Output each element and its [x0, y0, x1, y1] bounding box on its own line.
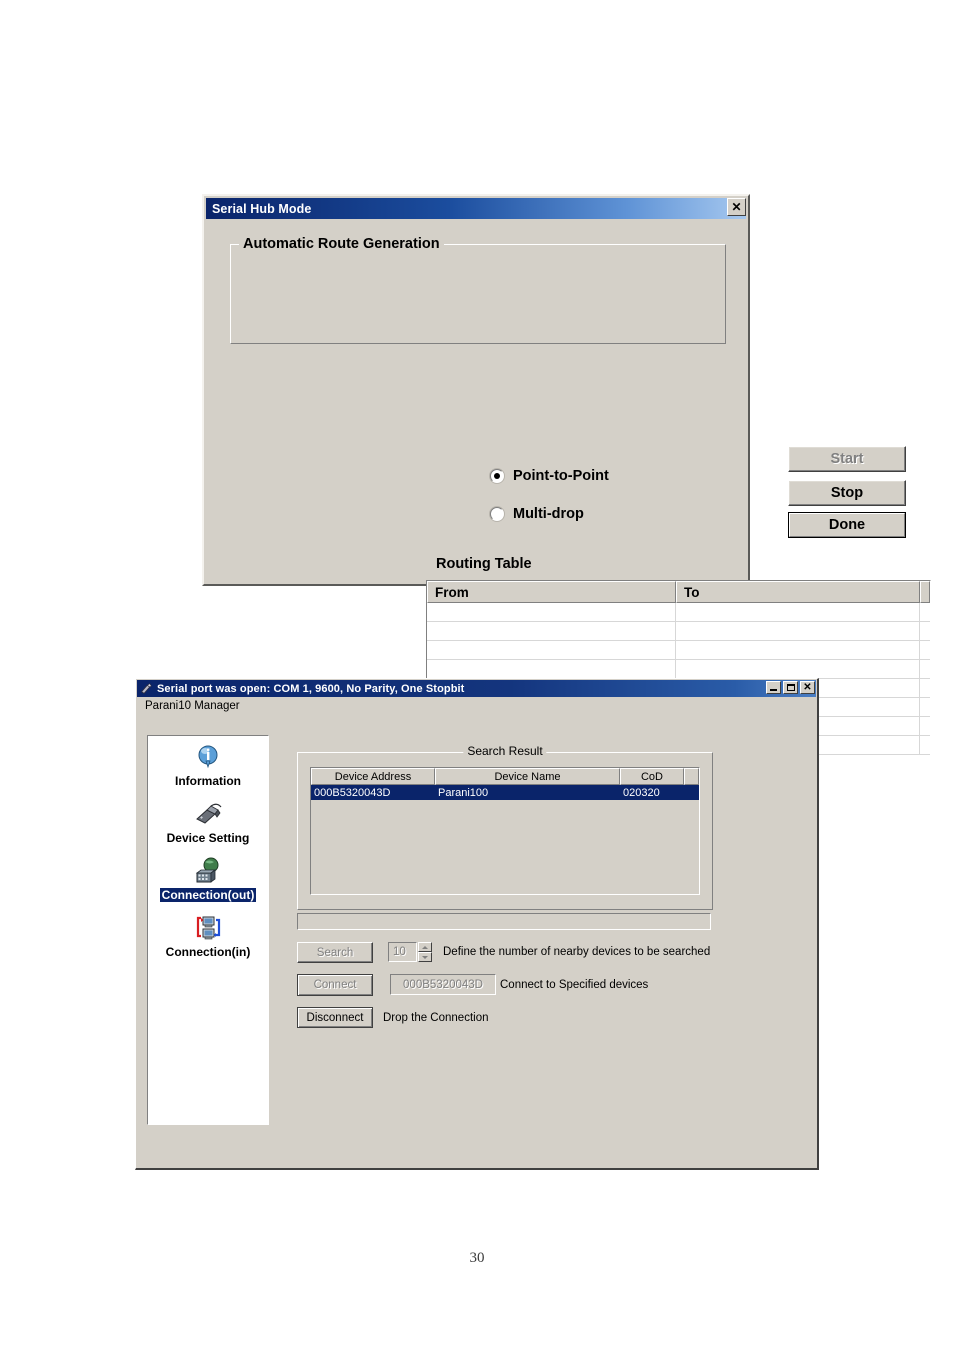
radio-point-to-point[interactable]: Point-to-Point [490, 468, 609, 484]
table-row[interactable] [427, 622, 930, 641]
search-result-group: Search Result Device Address Device Name… [297, 744, 713, 910]
search-hint-label: Define the number of nearby devices to b… [443, 946, 711, 958]
table-cell [427, 603, 677, 621]
table-cell-address: 000B5320043D [314, 786, 391, 799]
done-button-label: Done [789, 513, 905, 537]
table-cell [676, 641, 921, 659]
close-button[interactable]: ✕ [800, 681, 815, 694]
connection-in-icon [193, 913, 223, 943]
sidebar-item-label: Information [175, 774, 241, 788]
dialog-title: Serial Hub Mode [212, 201, 312, 216]
table-cell [920, 641, 930, 659]
radio-multi-drop[interactable]: Multi-drop [490, 506, 584, 522]
serial-port-icon [141, 683, 152, 694]
table-cell [920, 622, 930, 640]
table-row[interactable] [427, 603, 930, 622]
sidebar-item-label: Connection(out) [159, 888, 257, 902]
column-header-to[interactable]: To [676, 581, 921, 603]
table-row[interactable] [427, 660, 930, 679]
table-cell [676, 660, 921, 678]
sidebar-item-device-setting[interactable]: Device Setting [148, 799, 268, 845]
close-icon: ✕ [803, 681, 812, 693]
connection-out-icon [193, 856, 223, 886]
sidebar-item-information[interactable]: Information [148, 742, 268, 788]
table-cell [920, 736, 930, 754]
table-cell [920, 603, 930, 621]
search-button[interactable]: Search [297, 942, 373, 963]
start-button[interactable]: Start [788, 446, 906, 472]
maximize-button[interactable] [783, 681, 798, 694]
search-result-list[interactable]: Device Address Device Name CoD 000B53200… [310, 767, 700, 895]
menu-item-parani10-manager[interactable]: Parani10 Manager [140, 699, 245, 713]
search-result-body: 000B5320043D Parani100 020320 [311, 785, 699, 800]
disconnect-hint-label: Drop the Connection [383, 1012, 489, 1024]
column-header-cod[interactable]: CoD [620, 768, 684, 785]
sidebar-item-label: Device Setting [166, 831, 250, 845]
close-icon[interactable]: ✕ [727, 198, 746, 216]
chevron-up-icon [422, 945, 428, 949]
table-cell [427, 660, 677, 678]
column-header-device-address[interactable]: Device Address [311, 768, 435, 785]
routing-table-label: Routing Table [436, 556, 532, 572]
window-titlebar: Serial port was open: COM 1, 9600, No Pa… [137, 680, 816, 697]
search-result-legend: Search Result [463, 744, 547, 758]
sidebar-item-connection-out[interactable]: Connection(out) [148, 856, 268, 902]
stepper-up-button[interactable] [418, 942, 432, 952]
page-number: 30 [469, 1250, 485, 1266]
chevron-down-icon [422, 955, 428, 959]
window-title: Serial port was open: COM 1, 9600, No Pa… [157, 682, 465, 695]
connect-address-input[interactable]: 000B5320043D [390, 974, 496, 995]
routing-table-header: From To [427, 581, 930, 603]
column-header-spacer [684, 768, 699, 785]
table-cell [676, 603, 921, 621]
menubar: Parani10 Manager [137, 697, 816, 715]
groupbox-bevel [230, 244, 726, 344]
device-setting-icon [193, 799, 223, 829]
connect-hint-label: Connect to Specified devices [500, 979, 649, 991]
information-icon [193, 742, 223, 772]
column-header-device-name[interactable]: Device Name [435, 768, 620, 785]
radio-label: Multi-drop [513, 506, 584, 522]
table-row[interactable] [427, 641, 930, 660]
table-cell [920, 698, 930, 716]
column-header-spacer [920, 581, 930, 603]
sidebar-item-connection-in[interactable]: Connection(in) [148, 913, 268, 959]
connect-button[interactable]: Connect [297, 974, 373, 996]
table-cell [427, 641, 677, 659]
table-row[interactable]: 000B5320043D Parani100 020320 [311, 785, 699, 800]
table-cell [920, 660, 930, 678]
table-cell [920, 717, 930, 735]
table-cell [427, 622, 677, 640]
search-count-stepper [418, 942, 432, 962]
minimize-button[interactable] [766, 681, 781, 694]
groupbox-legend: Automatic Route Generation [239, 236, 444, 252]
navigation-sidebar: Information Device Setting Connection(ou… [147, 735, 269, 1125]
dialog-titlebar: Serial Hub Mode [206, 198, 746, 219]
column-header-from[interactable]: From [427, 581, 676, 603]
search-count-input[interactable]: 10 [388, 942, 417, 962]
table-cell-cod: 020320 [623, 786, 660, 799]
disconnect-button[interactable]: Disconnect [297, 1007, 373, 1028]
maximize-icon [786, 684, 795, 691]
window-controls: ✕ [766, 681, 815, 694]
table-cell [920, 679, 930, 697]
radio-mark-icon [490, 507, 504, 521]
done-button[interactable]: Done [788, 512, 906, 538]
stop-button[interactable]: Stop [788, 480, 906, 506]
automatic-route-generation-group: Automatic Route Generation [230, 236, 726, 344]
search-result-header: Device Address Device Name CoD [311, 768, 699, 785]
radio-mark-icon [490, 469, 504, 483]
radio-label: Point-to-Point [513, 468, 609, 484]
serial-hub-mode-dialog: Serial Hub Mode ✕ Automatic Route Genera… [202, 194, 931, 761]
table-cell-name: Parani100 [438, 786, 489, 799]
minimize-icon [770, 689, 777, 691]
sidebar-item-label: Connection(in) [165, 945, 251, 959]
stepper-down-button[interactable] [418, 952, 432, 962]
progress-bar [297, 913, 711, 930]
table-cell [676, 622, 921, 640]
